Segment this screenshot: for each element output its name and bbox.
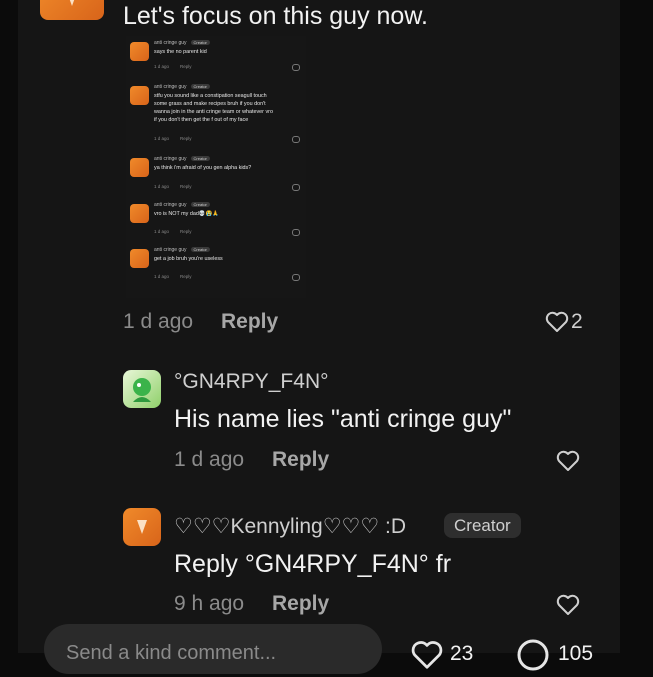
embedded-creator-badge: Creator	[190, 84, 210, 89]
post-like-button[interactable]	[410, 640, 444, 675]
embedded-username: anti cringe guy Creator	[154, 247, 210, 253]
embedded-time: 1 d ago	[154, 64, 170, 69]
reply-text: Reply °GN4RPY_F4N° fr	[174, 550, 452, 578]
embedded-name-text: anti cringe guy	[154, 247, 187, 253]
embedded-heart-icon	[292, 184, 300, 191]
embedded-comment-text: says the no parent kid	[154, 49, 207, 55]
heart-icon	[556, 450, 580, 471]
heart-icon	[411, 641, 443, 669]
embedded-creator-badge: Creator	[190, 202, 210, 207]
like-button[interactable]	[556, 594, 580, 621]
embedded-username: anti cringe guy Creator	[154, 202, 210, 208]
post-comments-button[interactable]	[516, 638, 550, 677]
creator-badge: Creator	[444, 513, 521, 538]
embedded-heart-icon	[292, 136, 300, 143]
embedded-avatar	[130, 158, 149, 177]
reply-username[interactable]: ♡♡♡Kennyling♡♡♡ :D	[174, 514, 406, 539]
like-button[interactable]	[545, 311, 569, 338]
carrot-icon	[137, 520, 147, 534]
embedded-avatar	[130, 249, 149, 268]
embedded-reply: Reply	[180, 229, 192, 234]
post-comment-count: 105	[558, 642, 594, 665]
attached-screenshot[interactable]: anti cringe guy Creator says the no parent…	[126, 36, 306, 298]
embedded-comment-text: ya think i'm afraid of you gen alpha kid…	[154, 165, 252, 171]
reply-button[interactable]: Reply	[272, 448, 329, 472]
reply-text: His name lies "anti cringe guy"	[174, 405, 512, 433]
embedded-comment-text: stfu you sound like a constipation seagu…	[154, 93, 273, 123]
embedded-name-text: anti cringe guy	[154, 84, 187, 90]
embedded-comment-text: vro is NOT my dad💀😭🙏	[154, 211, 219, 217]
reply-time: 1 d ago	[174, 448, 245, 471]
embedded-avatar	[130, 204, 149, 223]
embedded-avatar	[130, 42, 149, 61]
embedded-creator-badge: Creator	[190, 156, 210, 161]
embedded-name-text: anti cringe guy	[154, 202, 187, 208]
embedded-time: 1 d ago	[154, 184, 170, 189]
comment-input[interactable]: Send a kind comment...	[44, 624, 382, 674]
heart-icon	[556, 594, 580, 615]
comment-bubble-icon	[517, 639, 549, 671]
comment-text: Let's focus on this guy now.	[123, 2, 428, 30]
reply-time: 9 h ago	[174, 592, 245, 615]
embedded-time: 1 d ago	[154, 136, 170, 141]
carrot-icon	[67, 0, 77, 6]
embedded-reply: Reply	[180, 64, 192, 69]
like-count: 2	[571, 310, 583, 333]
kennyling-avatar[interactable]	[123, 508, 161, 546]
embedded-creator-badge: Creator	[190, 247, 210, 252]
comment-input-placeholder: Send a kind comment...	[66, 642, 277, 664]
embedded-comment-text: get a job bruh you're useless	[154, 256, 223, 262]
post-like-count: 23	[450, 642, 474, 665]
dragon-avatar-icon	[133, 378, 151, 402]
reply-button[interactable]: Reply	[221, 310, 278, 334]
embedded-username: anti cringe guy Creator	[154, 156, 210, 162]
embedded-heart-icon	[292, 274, 300, 281]
embedded-username: anti cringe guy Creator	[154, 84, 210, 90]
like-button[interactable]	[556, 450, 580, 477]
reply-button[interactable]: Reply	[272, 592, 329, 616]
embedded-avatar	[130, 86, 149, 105]
embedded-time: 1 d ago	[154, 274, 170, 279]
gn4rpy-avatar[interactable]	[123, 370, 161, 408]
heart-icon	[545, 311, 569, 332]
commenter-avatar[interactable]	[40, 0, 104, 20]
embedded-heart-icon	[292, 64, 300, 71]
embedded-name-text: anti cringe guy	[154, 40, 187, 46]
embedded-username: anti cringe guy Creator	[154, 40, 210, 46]
reply-username[interactable]: °GN4RPY_F4N°	[174, 370, 329, 394]
embedded-heart-icon	[292, 229, 300, 236]
embedded-name-text: anti cringe guy	[154, 156, 187, 162]
comment-time: 1 d ago	[123, 310, 194, 333]
embedded-creator-badge: Creator	[190, 40, 210, 45]
embedded-time: 1 d ago	[154, 229, 170, 234]
embedded-reply: Reply	[180, 184, 192, 189]
embedded-reply: Reply	[180, 136, 192, 141]
embedded-reply: Reply	[180, 274, 192, 279]
